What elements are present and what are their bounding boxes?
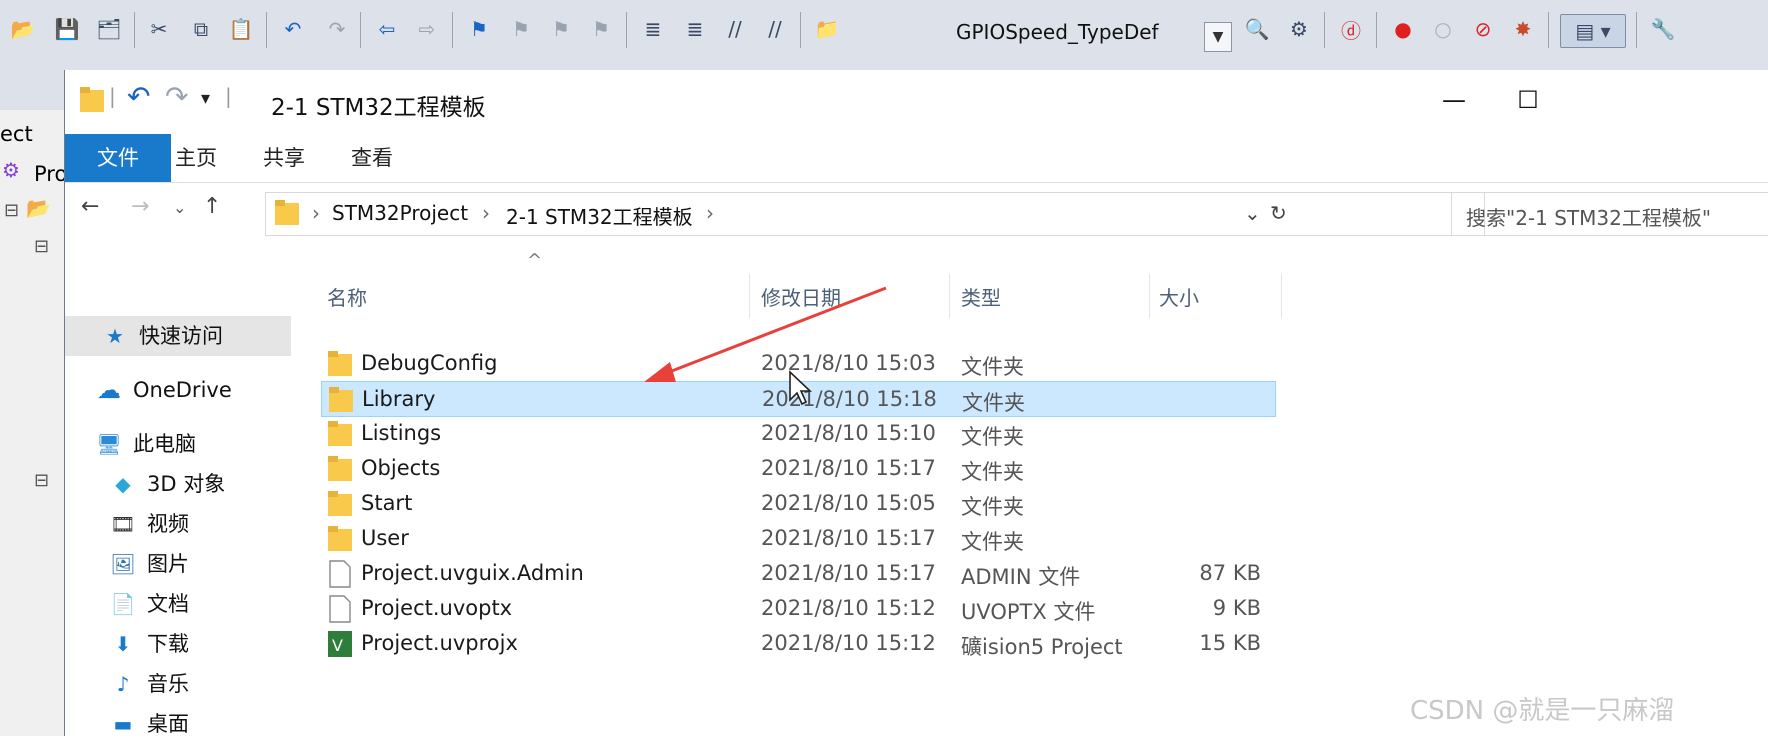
watermark: CSDN @就是一只麻溜 (1410, 696, 1675, 726)
mouse-cursor-icon (789, 370, 813, 406)
annotation-arrow (644, 286, 887, 382)
